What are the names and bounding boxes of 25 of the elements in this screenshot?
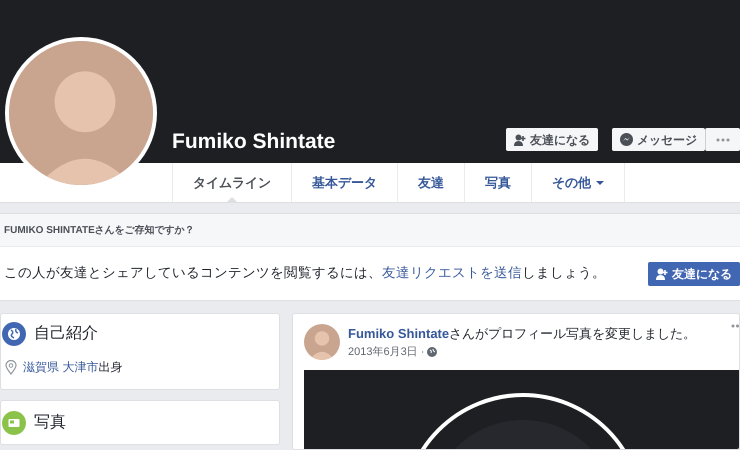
card-title: 自己紹介 bbox=[34, 324, 98, 344]
profile-name: Fumiko Shintate bbox=[172, 129, 336, 155]
post-headline: Fumiko Shintateさんがプロフィール写真を変更しました。 bbox=[348, 325, 696, 343]
prompt-title: FUMIKO SHINTATEさんをご存知ですか？ bbox=[4, 224, 195, 238]
hometown-text: 滋賀県 大津市出身 bbox=[23, 359, 122, 376]
author-avatar bbox=[304, 324, 340, 360]
more-button[interactable] bbox=[705, 128, 740, 151]
post-date[interactable]: 2013年6月3日 bbox=[348, 344, 418, 360]
add-friend-button[interactable]: 友達になる bbox=[648, 262, 740, 286]
location-pin-icon bbox=[5, 360, 17, 374]
message-button[interactable]: メッセージ bbox=[612, 128, 705, 151]
friend-request-link[interactable]: 友達リクエストを送信 bbox=[382, 265, 522, 280]
add-person-icon bbox=[514, 134, 526, 146]
prompt-text: この人が友達とシェアしているコンテンツを閲覧するには、友達リクエストを送信 しましょう。 bbox=[4, 264, 606, 282]
globe-icon bbox=[427, 346, 438, 357]
more-icon bbox=[731, 324, 739, 328]
author-link[interactable]: Fumiko Shintate bbox=[348, 326, 450, 341]
add-friend-button[interactable]: 友達になる bbox=[506, 128, 598, 151]
add-person-icon bbox=[656, 268, 668, 280]
ellipsis-icon bbox=[716, 138, 730, 142]
profile-tab[interactable]: その他 bbox=[531, 163, 625, 202]
chat-bubble-icon bbox=[620, 133, 633, 146]
place-link[interactable]: 滋賀県 大津市 bbox=[23, 360, 98, 374]
card-title: 写真 bbox=[34, 412, 66, 433]
separator-dot: · bbox=[420, 344, 424, 360]
